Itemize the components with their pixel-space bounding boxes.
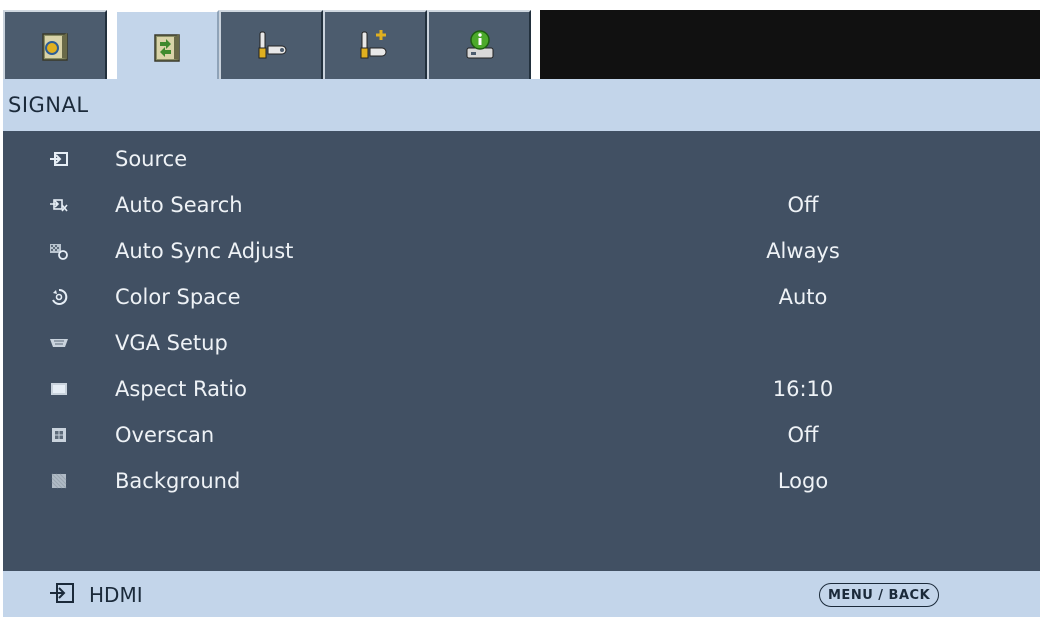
menu-value: Always [766,239,840,263]
menu-item-vga-setup[interactable]: VGA Setup [3,320,1040,366]
menu-item-auto-search[interactable]: Auto Search Off [3,182,1040,228]
source-icon [47,147,71,171]
tab-signal[interactable] [115,10,219,81]
menu-item-background[interactable]: Background Logo [3,458,1040,504]
color-space-icon [47,285,71,309]
menu-label: Auto Search [115,193,243,217]
tab-bar-filler [540,10,1040,79]
menu-item-overscan[interactable]: Overscan Off [3,412,1040,458]
setting-tools-icon [258,31,287,58]
menu-label: Source [115,147,188,171]
menu-value: 16:10 [772,377,834,401]
tab-setting[interactable] [219,10,323,79]
menu-value: Logo [777,469,829,493]
tab-advanced-setting[interactable] [323,10,427,79]
background-icon [47,469,71,493]
menu-item-auto-sync-adjust[interactable]: Auto Sync Adjust Always [3,228,1040,274]
menu-value: Off [787,193,819,217]
menu-item-source[interactable]: Source [3,136,1040,182]
menu-label: Background [115,469,241,493]
tab-image[interactable] [3,10,107,79]
menu-item-aspect-ratio[interactable]: Aspect Ratio 16:10 [3,366,1040,412]
image-settings-icon [42,32,68,61]
advanced-setting-icon [360,29,387,58]
aspect-ratio-icon [47,377,71,401]
tab-information[interactable] [427,10,531,79]
page-title: SIGNAL [3,79,1040,131]
status-bar: HDMI MENU / BACK [3,571,1040,617]
menu-label: Overscan [115,423,215,447]
current-source: HDMI [89,583,143,607]
menu-item-color-space[interactable]: Color Space Auto [3,274,1040,320]
menu-label: Aspect Ratio [115,377,247,401]
menu-back-button[interactable]: MENU / BACK [819,583,940,607]
vga-setup-icon [47,331,71,355]
tab-bar [3,10,1040,81]
menu-value: Off [787,423,819,447]
menu-label: Auto Sync Adjust [115,239,294,263]
menu-list: Source Auto Search Off Auto Sync Adjust … [3,131,1040,571]
auto-search-icon [47,193,71,217]
menu-label: VGA Setup [115,331,228,355]
menu-label: Color Space [115,285,241,309]
signal-settings-icon [154,33,180,62]
overscan-icon [47,423,71,447]
auto-sync-icon [47,239,71,263]
information-icon [466,29,494,58]
source-input-icon [50,583,74,603]
menu-value: Auto [778,285,828,309]
osd-menu: SIGNAL Source Auto Search Off Auto Sync … [3,0,1040,617]
